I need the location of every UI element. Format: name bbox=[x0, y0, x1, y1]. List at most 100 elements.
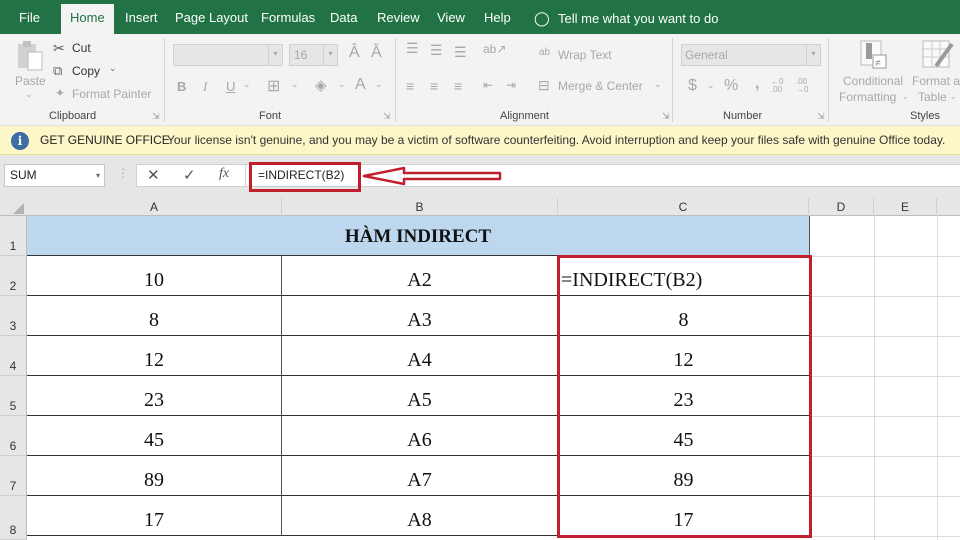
percent-button[interactable]: % bbox=[724, 77, 738, 95]
cell-a5[interactable]: 23 bbox=[27, 376, 282, 416]
gridline bbox=[809, 256, 960, 257]
tab-review[interactable]: Review bbox=[368, 0, 429, 34]
tab-insert[interactable]: Insert bbox=[116, 0, 167, 34]
tab-formulas[interactable]: Formulas bbox=[252, 0, 324, 34]
wrap-text-button[interactable]: Wrap Text bbox=[558, 48, 612, 62]
row-header-3[interactable]: 3 bbox=[0, 296, 27, 336]
align-right-icon[interactable]: ≡ bbox=[454, 78, 462, 94]
tab-page-layout[interactable]: Page Layout bbox=[166, 0, 257, 34]
column-header-a[interactable]: A bbox=[27, 198, 282, 216]
column-header-f[interactable] bbox=[937, 198, 960, 216]
fill-color-icon[interactable]: ◈ bbox=[315, 76, 327, 94]
cell-a6[interactable]: 45 bbox=[27, 416, 282, 456]
cell-b7[interactable]: A7 bbox=[282, 456, 558, 496]
gridline bbox=[809, 536, 960, 537]
number-launcher-icon[interactable]: ⇲ bbox=[817, 111, 825, 122]
conditional-formatting-label-2[interactable]: Formatting bbox=[839, 90, 896, 104]
decrease-indent-icon[interactable]: ⇤ bbox=[483, 78, 493, 92]
increase-indent-icon[interactable]: ⇥ bbox=[506, 78, 516, 92]
tab-help[interactable]: Help bbox=[475, 0, 520, 34]
fill-color-dropdown-icon[interactable]: ⌄ bbox=[338, 79, 346, 90]
decrease-font-size-icon[interactable]: Ǎ bbox=[371, 44, 382, 62]
row-header-6[interactable]: 6 bbox=[0, 416, 27, 456]
merge-dropdown-icon[interactable]: ⌄ bbox=[654, 79, 662, 90]
orientation-icon[interactable]: ab↗ bbox=[483, 42, 506, 56]
cell-b6[interactable]: A6 bbox=[282, 416, 558, 456]
font-color-dropdown-icon[interactable]: ⌄ bbox=[375, 79, 383, 90]
copy-button[interactable]: Copy bbox=[72, 64, 100, 78]
underline-button[interactable]: U bbox=[226, 79, 235, 94]
borders-icon[interactable]: ⊞ bbox=[267, 76, 280, 96]
format-painter-button[interactable]: Format Painter bbox=[72, 87, 151, 101]
column-header-b[interactable]: B bbox=[282, 198, 558, 216]
align-left-icon[interactable]: ≡ bbox=[406, 78, 414, 94]
paste-button[interactable]: Paste bbox=[15, 74, 46, 88]
underline-dropdown-icon[interactable]: ⌄ bbox=[243, 79, 251, 90]
italic-button[interactable]: I bbox=[203, 79, 207, 95]
format-as-table-label-2[interactable]: Table bbox=[918, 90, 947, 104]
tab-view[interactable]: View bbox=[428, 0, 474, 34]
alignment-launcher-icon[interactable]: ⇲ bbox=[662, 111, 670, 122]
formula-bar-resize-handle[interactable]: ⋮ bbox=[117, 166, 129, 180]
number-format-dropdown[interactable]: General ▾ bbox=[681, 44, 821, 66]
select-all-button[interactable] bbox=[0, 198, 27, 216]
cell-b4[interactable]: A4 bbox=[282, 336, 558, 376]
enter-check-icon[interactable]: ✓ bbox=[183, 166, 196, 184]
cell-a3[interactable]: 8 bbox=[27, 296, 282, 336]
column-header-d[interactable]: D bbox=[809, 198, 874, 216]
paste-dropdown-icon[interactable]: ⌄ bbox=[25, 89, 33, 100]
column-header-c[interactable]: C bbox=[558, 198, 809, 216]
comma-button[interactable]: , bbox=[755, 75, 759, 93]
bold-button[interactable]: B bbox=[177, 79, 186, 94]
cell-a1-merged-title[interactable]: HÀM INDIRECT bbox=[27, 216, 809, 256]
tell-me-search[interactable]: ◯ Tell me what you want to do bbox=[534, 0, 718, 34]
tab-file[interactable]: File bbox=[10, 0, 49, 34]
row-header-7[interactable]: 7 bbox=[0, 456, 27, 496]
center-icon[interactable]: ≡ bbox=[430, 78, 438, 94]
copy-dropdown-icon[interactable]: ⌄ bbox=[109, 63, 117, 74]
font-launcher-icon[interactable]: ⇲ bbox=[383, 111, 391, 122]
paste-icon[interactable] bbox=[15, 40, 45, 72]
column-header-e[interactable]: E bbox=[874, 198, 937, 216]
font-size-dropdown[interactable]: 16 ▾ bbox=[289, 44, 338, 66]
decrease-decimal-icon[interactable]: .00 →0 bbox=[796, 78, 808, 94]
bottom-align-icon[interactable]: ☰ bbox=[454, 44, 467, 61]
cell-b3[interactable]: A3 bbox=[282, 296, 558, 336]
row-header-4[interactable]: 4 bbox=[0, 336, 27, 376]
row-header-8[interactable]: 8 bbox=[0, 496, 27, 540]
cell-b5[interactable]: A5 bbox=[282, 376, 558, 416]
font-color-icon[interactable]: A bbox=[355, 76, 366, 94]
tab-home[interactable]: Home bbox=[61, 4, 114, 34]
increase-decimal-icon[interactable]: ←0.00 bbox=[771, 78, 783, 94]
clipboard-launcher-icon[interactable]: ⇲ bbox=[152, 111, 160, 122]
top-align-icon[interactable]: ☰ bbox=[406, 40, 419, 57]
row-header-1[interactable]: 1 bbox=[0, 216, 27, 256]
format-as-table-button[interactable]: Format as bbox=[912, 74, 960, 88]
cell-a4[interactable]: 12 bbox=[27, 336, 282, 376]
currency-button[interactable]: $ bbox=[688, 77, 697, 95]
cut-button[interactable]: Cut bbox=[72, 41, 91, 55]
conditional-formatting-button[interactable]: Conditional bbox=[843, 74, 903, 88]
row-header-5[interactable]: 5 bbox=[0, 376, 27, 416]
tab-data[interactable]: Data bbox=[321, 0, 366, 34]
cancel-icon[interactable]: ✕ bbox=[147, 166, 160, 184]
name-box[interactable]: SUM ▾ bbox=[4, 164, 105, 187]
cell-a8[interactable]: 17 bbox=[27, 496, 282, 536]
format-as-table-dropdown-icon[interactable]: ⌄ bbox=[950, 92, 957, 101]
arrow-shape bbox=[362, 166, 502, 186]
conditional-formatting-dropdown-icon[interactable]: ⌄ bbox=[902, 92, 909, 101]
font-name-dropdown[interactable]: ▾ bbox=[173, 44, 283, 66]
chevron-down-icon[interactable]: ▾ bbox=[96, 165, 100, 186]
row-header-2[interactable]: 2 bbox=[0, 256, 27, 296]
borders-dropdown-icon[interactable]: ⌄ bbox=[291, 79, 299, 90]
increase-font-size-icon[interactable]: Â bbox=[349, 44, 360, 62]
currency-dropdown-icon[interactable]: ⌄ bbox=[707, 80, 715, 91]
cell-b2[interactable]: A2 bbox=[282, 256, 558, 296]
merge-center-button[interactable]: Merge & Center bbox=[558, 79, 643, 93]
middle-align-icon[interactable]: ☰ bbox=[430, 42, 443, 59]
cell-b8[interactable]: A8 bbox=[282, 496, 558, 536]
cell-a7[interactable]: 89 bbox=[27, 456, 282, 496]
group-separator bbox=[164, 38, 165, 122]
cell-a2[interactable]: 10 bbox=[27, 256, 282, 296]
insert-function-icon[interactable]: fx bbox=[219, 166, 229, 182]
